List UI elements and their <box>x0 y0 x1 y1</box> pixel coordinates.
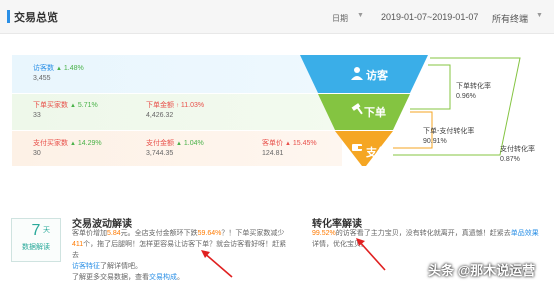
watermark: 头条 @那木说运营 <box>428 263 536 278</box>
annotation-arrow-right <box>357 239 386 271</box>
annotation-arrow-right-head <box>356 238 365 246</box>
annotation-arrow-left <box>202 251 233 278</box>
annotation-arrows <box>201 238 386 278</box>
